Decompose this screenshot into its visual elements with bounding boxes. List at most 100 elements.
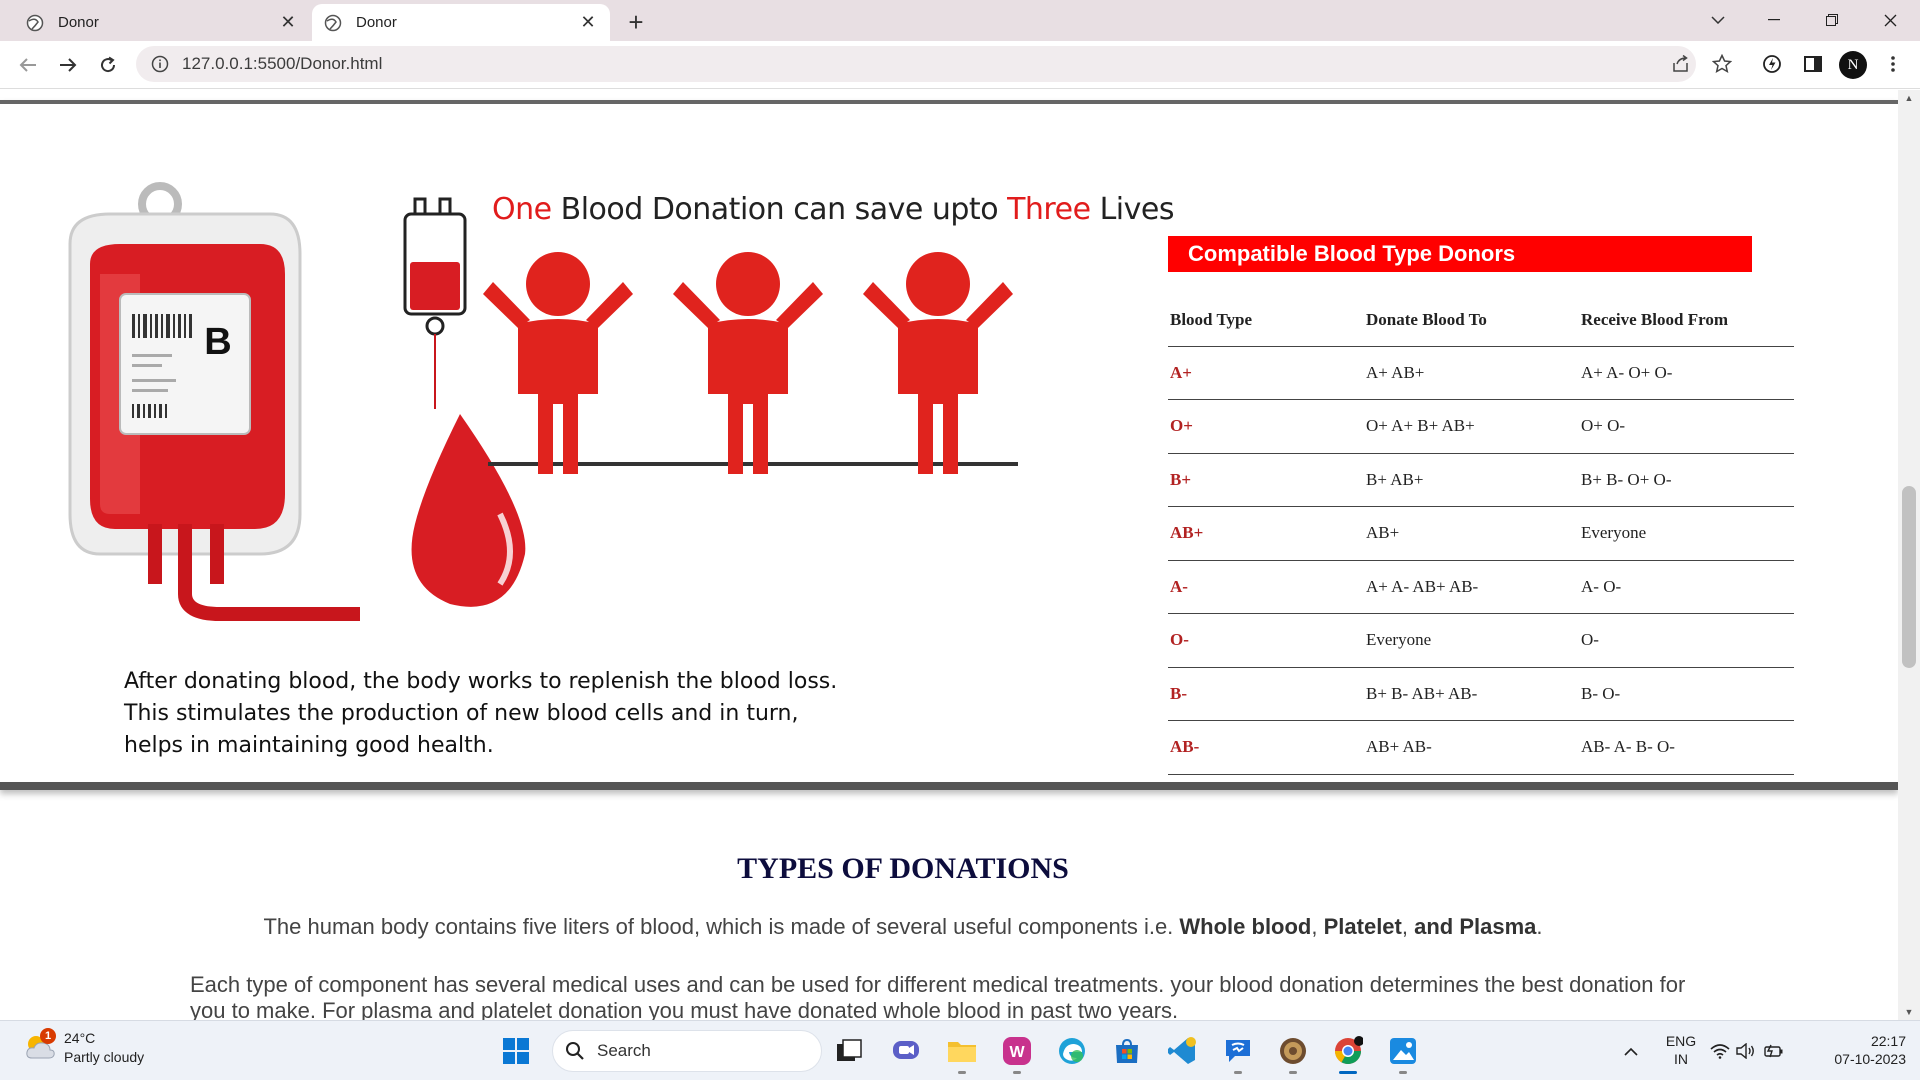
task-view-icon[interactable] — [832, 1034, 866, 1068]
app-w-icon[interactable]: W — [1000, 1034, 1034, 1074]
address-bar[interactable]: 127.0.0.1:5500/Donor.html — [136, 46, 1696, 82]
close-window-button[interactable] — [1868, 4, 1912, 36]
whole-blood-text: Whole blood — [1179, 914, 1312, 939]
wifi-icon[interactable] — [1709, 1034, 1731, 1068]
person-figure-2 — [673, 252, 823, 474]
volume-icon[interactable] — [1735, 1034, 1757, 1068]
show-hidden-icons-chevron-icon[interactable] — [1614, 1034, 1648, 1068]
globe-icon — [324, 14, 342, 31]
scroll-up-arrow-icon[interactable]: ▲ — [1898, 90, 1920, 106]
taskbar-search[interactable]: Search — [552, 1030, 822, 1072]
globe-icon — [26, 14, 44, 31]
side-panel-icon[interactable] — [1800, 51, 1826, 77]
people-illustration — [483, 252, 1018, 474]
clock-date: 07-10-2023 — [1834, 1051, 1906, 1067]
slogan-suffix: Lives — [1090, 192, 1175, 227]
scroll-thumb[interactable] — [1902, 486, 1916, 668]
weather-notification-badge: 1 — [40, 1028, 56, 1044]
cell-donate-to: A+ A- AB+ AB- — [1364, 560, 1579, 614]
scroll-down-arrow-icon[interactable]: ▼ — [1898, 1004, 1920, 1020]
vscode-icon[interactable] — [1165, 1034, 1199, 1068]
tab-bar: Donor ✕ Donor ✕ + — [0, 0, 1920, 41]
page-scrollbar[interactable]: ▲ ▼ — [1898, 90, 1920, 1020]
table-row: A+ A+ AB+ A+ A- O+ O- — [1168, 346, 1794, 400]
hero-section: B One Blood Donation can save upto Three… — [0, 100, 1898, 790]
cell-donate-to: O+ A+ B+ AB+ — [1364, 399, 1579, 454]
language-code: ENG — [1665, 1033, 1697, 1049]
tab-donor-2[interactable]: Donor ✕ — [312, 4, 610, 41]
reload-button[interactable] — [92, 49, 124, 81]
edge-browser-icon[interactable] — [1055, 1034, 1089, 1068]
back-button[interactable] — [12, 49, 44, 81]
bookmark-star-icon[interactable] — [1709, 51, 1735, 77]
running-indicator — [958, 1071, 966, 1074]
header-blood-type: Blood Type — [1168, 294, 1364, 347]
header-receive-from: Receive Blood From — [1579, 294, 1794, 347]
platelet-text: Platelet — [1323, 914, 1402, 939]
cell-blood-type: O+ — [1168, 399, 1364, 454]
profile-avatar[interactable]: N — [1839, 51, 1867, 79]
weather-cloud-icon: 1 — [22, 1028, 58, 1066]
close-tab-icon[interactable]: ✕ — [576, 11, 600, 35]
url-text: 127.0.0.1:5500/Donor.html — [182, 54, 383, 73]
cell-receive-from: A- O- — [1579, 560, 1794, 614]
search-label: Search — [597, 1041, 651, 1060]
back-arrow-icon — [19, 58, 36, 72]
table-row: B- B+ B- AB+ AB- B- O- — [1168, 667, 1794, 721]
region-code: IN — [1674, 1051, 1688, 1067]
new-tab-button[interactable]: + — [620, 6, 652, 38]
cell-blood-type: AB+ — [1168, 506, 1364, 561]
header-donate-to: Donate Blood To — [1364, 294, 1579, 347]
running-indicator — [1399, 1071, 1407, 1074]
running-indicator — [1289, 1071, 1297, 1074]
period-text: . — [1536, 914, 1543, 939]
cell-donate-to: B+ B- AB+ AB- — [1364, 667, 1579, 721]
slogan-prefix: One — [492, 192, 552, 227]
tab-donor-1[interactable]: Donor ✕ — [14, 4, 310, 41]
running-indicator — [1339, 1071, 1357, 1074]
kebab-menu-icon[interactable] — [1880, 51, 1906, 77]
site-info-icon[interactable] — [150, 54, 170, 74]
tab-title: Donor — [356, 14, 397, 31]
share-icon[interactable] — [1668, 51, 1694, 77]
restore-button[interactable] — [1810, 4, 1854, 36]
windows-start-icon[interactable] — [499, 1034, 533, 1068]
after-text-line: helps in maintaining good health. — [124, 733, 494, 758]
minimize-button[interactable] — [1752, 4, 1796, 36]
cell-receive-from: AB- A- B- O- — [1579, 720, 1794, 775]
types-detail-paragraph: Each type of component has several medic… — [190, 972, 1686, 1020]
table-row: O- Everyone O- — [1168, 613, 1794, 668]
after-text-line: After donating blood, the body works to … — [124, 669, 838, 694]
file-explorer-icon[interactable] — [945, 1034, 979, 1074]
cell-blood-type: A+ — [1168, 346, 1364, 400]
tab-search-chevron-icon[interactable] — [1696, 4, 1740, 36]
separator-text: , — [1401, 914, 1415, 939]
clock[interactable]: 22:17 07-10-2023 — [1806, 1032, 1906, 1068]
table-row: O+ O+ A+ B+ AB+ O+ O- — [1168, 399, 1794, 454]
weather-widget[interactable]: 1 24°C Partly cloudy — [22, 1028, 144, 1067]
cell-blood-type: A- — [1168, 560, 1364, 614]
types-intro-paragraph: The human body contains five liters of b… — [0, 914, 1806, 940]
cell-donate-to: A+ AB+ — [1364, 346, 1579, 400]
cell-receive-from: A+ A- O+ O- — [1579, 346, 1794, 400]
cell-blood-type: O- — [1168, 613, 1364, 668]
cell-blood-type: AB- — [1168, 720, 1364, 775]
cell-donate-to: AB+ AB- — [1364, 720, 1579, 775]
reload-icon — [101, 56, 116, 73]
cell-receive-from: O- — [1579, 613, 1794, 668]
close-tab-icon[interactable]: ✕ — [276, 11, 300, 35]
chrome-browser-icon[interactable] — [1331, 1034, 1365, 1074]
messaging-app-icon[interactable] — [1221, 1034, 1255, 1074]
extension-icon[interactable] — [1759, 51, 1785, 77]
emblem-app-icon[interactable] — [1276, 1034, 1310, 1074]
teams-chat-icon[interactable] — [889, 1034, 923, 1068]
photos-app-icon[interactable] — [1386, 1034, 1420, 1074]
microsoft-store-icon[interactable] — [1110, 1034, 1144, 1068]
forward-arrow-icon — [60, 58, 77, 72]
input-language-indicator[interactable]: ENG IN — [1664, 1032, 1698, 1068]
forward-button[interactable] — [52, 49, 84, 81]
battery-icon[interactable] — [1761, 1034, 1785, 1068]
search-icon — [566, 1042, 584, 1060]
cell-receive-from: B- O- — [1579, 667, 1794, 721]
cell-receive-from: O+ O- — [1579, 399, 1794, 454]
